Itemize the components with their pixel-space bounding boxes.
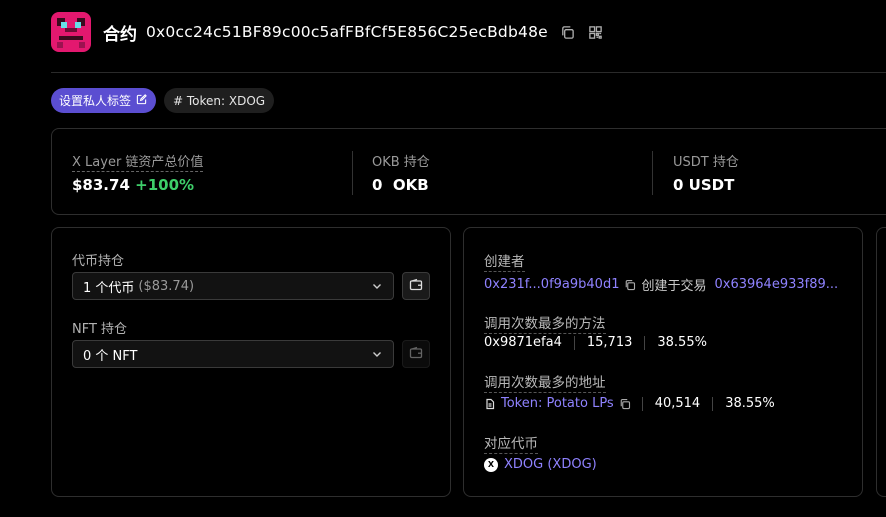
total-value: $83.74 — [72, 176, 130, 194]
corresponding-token-label: 对应代币 — [484, 432, 538, 454]
chevron-down-icon — [371, 348, 383, 360]
contract-header: 合约 0x0cc24c51BF89c00c5afFBfCf5E856C25ecB… — [51, 12, 604, 52]
nft-holdings-label: NFT 持仓 — [72, 322, 128, 337]
okb-value: 0 OKB — [372, 176, 429, 194]
creation-tx-link[interactable]: 0x63964e933f89... — [715, 277, 839, 292]
total-value-label: X Layer 链资产总价值 — [72, 155, 204, 172]
row-divider — [641, 396, 643, 411]
set-private-label-text: 设置私人标签 — [59, 94, 132, 108]
holdings-card: 代币持仓 1 个代币 ($83.74) NFT 持仓 0 个 NFT — [51, 227, 451, 497]
copy-icon[interactable] — [560, 24, 576, 40]
contract-file-icon — [484, 398, 496, 410]
row-divider — [573, 335, 575, 350]
top-method-row: 0x9871efa4 15,713 38.55% — [484, 335, 707, 350]
top-address-count: 40,514 — [654, 396, 701, 411]
token-wallet-button[interactable] — [402, 272, 430, 300]
edit-icon — [136, 93, 147, 108]
row-divider — [644, 335, 646, 350]
copy-icon[interactable] — [624, 279, 636, 291]
okb-stat: OKB 持仓 0 OKB — [372, 151, 430, 194]
top-address-link[interactable]: Token: Potato LPs — [501, 396, 614, 411]
top-address-row: Token: Potato LPs 40,514 38.55% — [484, 396, 775, 411]
top-method-pct: 38.55% — [657, 335, 707, 350]
top-method-count: 15,713 — [586, 335, 633, 350]
top-address-pct: 38.55% — [725, 396, 775, 411]
top-method-id: 0x9871efa4 — [484, 335, 562, 350]
usdt-label: USDT 持仓 — [673, 155, 739, 170]
token-holdings-label: 代币持仓 — [72, 254, 125, 269]
wallet-icon — [409, 277, 423, 296]
token-holdings-select[interactable]: 1 个代币 ($83.74) — [72, 272, 394, 300]
top-address-label: 调用次数最多的地址 — [484, 371, 606, 393]
header-divider — [51, 72, 886, 73]
token-select-amount: ($83.74) — [138, 278, 195, 294]
created-in-tx-text: 创建于交易 — [641, 279, 707, 294]
token-select-value: 1 个代币 — [83, 280, 135, 296]
set-private-label-button[interactable]: 设置私人标签 — [51, 88, 157, 113]
usdt-stat: USDT 持仓 0 USDT — [673, 151, 739, 194]
partial-card — [876, 227, 886, 497]
tag-row: 设置私人标签 # Token: XDOG — [51, 88, 275, 113]
creator-label: 创建者 — [484, 250, 525, 272]
corresponding-token-row: X XDOG (XDOG) — [484, 457, 597, 472]
token-logo-icon: X — [484, 457, 498, 472]
creator-address-link[interactable]: 0x231f...0f9a9b40d1 — [484, 277, 619, 292]
chevron-down-icon — [371, 280, 383, 292]
stat-divider — [652, 151, 653, 195]
asset-summary-card: X Layer 链资产总价值 $83.74 +100% OKB 持仓 0 OKB… — [51, 128, 886, 215]
copy-icon[interactable] — [619, 398, 631, 410]
corresponding-token-link[interactable]: XDOG (XDOG) — [504, 457, 597, 472]
contract-address: 0x0cc24c51BF89c00c5afFBfCf5E856C25ecBdb4… — [146, 23, 548, 41]
nft-select-value: 0 个 NFT — [83, 348, 138, 364]
nft-wallet-button[interactable] — [402, 340, 430, 368]
qr-code-icon[interactable] — [588, 24, 604, 40]
token-tag[interactable]: # Token: XDOG — [164, 88, 275, 113]
contract-info-card: 创建者 0x231f...0f9a9b40d1 创建于交易 0x63964e93… — [463, 227, 863, 497]
token-tag-text: # Token: XDOG — [173, 93, 266, 108]
creator-row: 0x231f...0f9a9b40d1 创建于交易 0x63964e933f89… — [484, 275, 838, 294]
wallet-icon — [409, 345, 423, 364]
top-method-label: 调用次数最多的方法 — [484, 312, 606, 334]
nft-holdings-select[interactable]: 0 个 NFT — [72, 340, 394, 368]
stat-divider — [352, 151, 353, 195]
okb-label: OKB 持仓 — [372, 155, 430, 170]
total-change: +100% — [135, 176, 195, 194]
contract-type-label: 合约 — [103, 24, 137, 45]
total-value-stat: X Layer 链资产总价值 $83.74 +100% — [72, 151, 204, 194]
contract-avatar — [51, 12, 91, 52]
usdt-value: 0 USDT — [673, 176, 735, 194]
row-divider — [712, 396, 714, 411]
